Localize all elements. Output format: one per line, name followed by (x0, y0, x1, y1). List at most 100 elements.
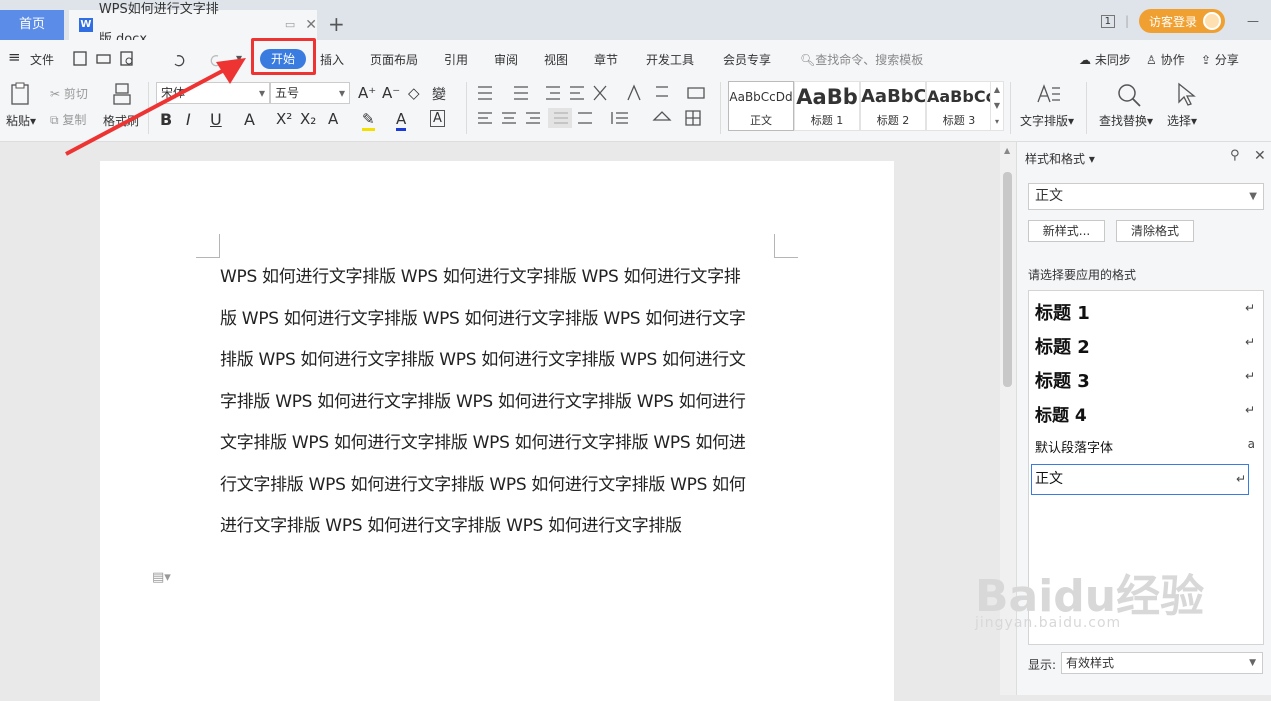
bullets-icon (478, 86, 492, 100)
document-canvas: WPS 如何进行文字排版 WPS 如何进行文字排版 WPS 如何进行文字排 版 … (0, 142, 1000, 701)
find-replace-button[interactable]: 查找替换▾ (1099, 112, 1153, 129)
copy-icon: ⧉ (50, 113, 59, 127)
close-tab-icon[interactable]: ✕ (305, 10, 317, 40)
tab-home[interactable]: 首页 (0, 10, 64, 40)
menu-view[interactable]: 视图 (544, 51, 568, 68)
scissors-icon: ✂ (50, 87, 61, 101)
close-panel-icon[interactable]: ✕ (1254, 148, 1266, 164)
search-icon: 🔍︎ (800, 53, 816, 67)
clear-format-icon[interactable]: ◇ (408, 84, 420, 102)
divider: | (1124, 14, 1129, 28)
menu-references[interactable]: 引用 (444, 51, 468, 68)
document-page[interactable]: WPS 如何进行文字排版 WPS 如何进行文字排版 WPS 如何进行文字排 版 … (100, 161, 894, 701)
scroll-up-icon[interactable]: ▲ (1004, 146, 1010, 155)
style-list-item[interactable]: 标题 4 ↵ (1035, 401, 1257, 426)
sync-button[interactable]: ☁ 未同步 (1079, 51, 1131, 68)
style-heading-1[interactable]: AaBb 标题 1 (794, 81, 860, 131)
login-label: 访客登录 (1148, 14, 1197, 29)
minimize-icon[interactable]: — (1247, 14, 1259, 28)
paste-icon (11, 82, 29, 105)
divider (720, 82, 721, 134)
window-count-icon[interactable]: 1 (1100, 14, 1115, 28)
clear-format-button[interactable]: 清除格式 (1116, 220, 1194, 242)
superscript-icon[interactable]: X² (276, 110, 292, 128)
wps-writer-icon: W (79, 18, 93, 32)
apply-format-label: 请选择要应用的格式 (1028, 268, 1137, 282)
paste-button[interactable]: 粘贴▾ (6, 112, 36, 129)
avatar (1203, 12, 1221, 30)
menu-file[interactable]: 文件 (30, 51, 54, 68)
paragraph-options-icon[interactable]: ▤▾ (152, 570, 171, 585)
highlight-icon[interactable]: ✎ (362, 110, 375, 131)
text-effect-icon[interactable]: A (328, 110, 338, 128)
tab-bar: 首页 W WPS如何进行文字排版.docx ▭ ✕ + 1 | 访客登录 — (0, 0, 1271, 47)
menu-developer[interactable]: 开发工具 (646, 51, 694, 68)
style-list-item[interactable]: 标题 1 ↵ (1035, 299, 1257, 325)
menu-chapter[interactable]: 章节 (594, 51, 618, 68)
sort-icon (593, 85, 607, 101)
style-normal[interactable]: AaBbCcDd 正文 (728, 81, 794, 131)
current-style-select[interactable]: 正文 ▼ (1028, 183, 1264, 210)
font-color-icon[interactable]: A (396, 110, 407, 131)
decrease-indent-icon (546, 86, 560, 100)
ascii-icon (627, 84, 641, 101)
new-style-button[interactable]: 新样式... (1028, 220, 1105, 242)
search-command[interactable]: 🔍︎查找命令、搜索模板 (800, 51, 923, 68)
text-line: 行文字排版 WPS 如何进行文字排版 WPS 如何进行文字排版 WPS 如何 (220, 474, 746, 495)
font-size-select[interactable]: 五号 ▾ (270, 82, 350, 104)
collab-button[interactable]: ♙ 协作 (1146, 51, 1185, 68)
annotation-highlight-box (251, 38, 316, 75)
style-list-item[interactable]: 默认段落字体 a (1035, 437, 1257, 456)
align-left-icon (478, 112, 492, 124)
show-filter-select[interactable]: 有效样式 ▼ (1061, 652, 1263, 674)
cursor-icon (1178, 82, 1196, 106)
top-right-controls: 1 | 访客登录 — (1100, 8, 1271, 34)
divider (1010, 82, 1011, 134)
cloud-icon: ☁ (1079, 53, 1095, 67)
show-label: 显示: (1028, 658, 1057, 672)
shrink-font-icon[interactable]: A⁻ (382, 84, 400, 102)
menu-member[interactable]: 会员专享 (723, 51, 771, 68)
text-layout-button[interactable]: 文字排版▾ (1020, 112, 1074, 129)
share-button[interactable]: ⇪ 分享 (1201, 51, 1239, 68)
style-heading-3[interactable]: AaBbCc 标题 3 (926, 81, 992, 131)
increase-indent-icon (570, 86, 584, 100)
new-tab-button[interactable]: + (328, 12, 345, 36)
find-replace-icon (1118, 84, 1141, 107)
share-icon: ⇪ (1201, 53, 1215, 67)
grow-font-icon[interactable]: A⁺ (358, 84, 376, 102)
char-border-icon[interactable]: A (430, 110, 445, 127)
menu-review[interactable]: 审阅 (494, 51, 518, 68)
watermark-url: jingyan.baidu.com (975, 615, 1122, 631)
distribute-icon (578, 112, 592, 124)
line-break-icon (656, 86, 668, 97)
tab-document[interactable]: W WPS如何进行文字排版.docx ▭ ✕ (69, 2, 317, 47)
text-layout-icon (1037, 84, 1060, 103)
text-line: 进行文字排版 WPS 如何进行文字排版 WPS 如何进行文字排版 (220, 516, 682, 536)
restore-icon[interactable]: ▭ (285, 10, 295, 40)
hamburger-icon[interactable]: ≡ (8, 48, 21, 66)
style-gallery-scroll[interactable]: ▲ ▼ ▾ (990, 81, 1004, 131)
text-line: 字排版 WPS 如何进行文字排版 WPS 如何进行文字排版 WPS 如何进行 (220, 391, 746, 412)
text-line: 版 WPS 如何进行文字排版 WPS 如何进行文字排版 WPS 如何进行文字 (220, 308, 746, 329)
style-heading-2[interactable]: AaBbC 标题 2 (860, 81, 926, 131)
text-line: 文字排版 WPS 如何进行文字排版 WPS 如何进行文字排版 WPS 如何进 (220, 433, 746, 453)
line-spacing-icon (611, 112, 628, 124)
menu-page-layout[interactable]: 页面布局 (370, 51, 418, 68)
tab-icon (687, 87, 705, 99)
divider (466, 82, 467, 134)
pin-icon[interactable]: ⚲ (1230, 148, 1240, 163)
panel-title[interactable]: 样式和格式 ▾ (1025, 150, 1095, 167)
scrollbar-thumb[interactable] (1003, 172, 1012, 387)
login-button[interactable]: 访客登录 (1138, 9, 1225, 33)
style-list-item-selected[interactable]: 正文 ↵ (1031, 464, 1249, 495)
style-list-item[interactable]: 标题 3 ↵ (1035, 367, 1257, 393)
document-body[interactable]: WPS 如何进行文字排版 WPS 如何进行文字排版 WPS 如何进行文字排 版 … (220, 257, 780, 548)
select-button[interactable]: 选择▾ (1167, 112, 1197, 129)
shading-icon (652, 111, 672, 121)
phonetic-icon[interactable]: 變 (432, 84, 446, 104)
subscript-icon[interactable]: X₂ (300, 110, 316, 128)
style-list-item[interactable]: 标题 2 ↵ (1035, 333, 1257, 359)
margin-corner-tl (196, 234, 220, 258)
menu-insert[interactable]: 插入 (320, 51, 344, 68)
